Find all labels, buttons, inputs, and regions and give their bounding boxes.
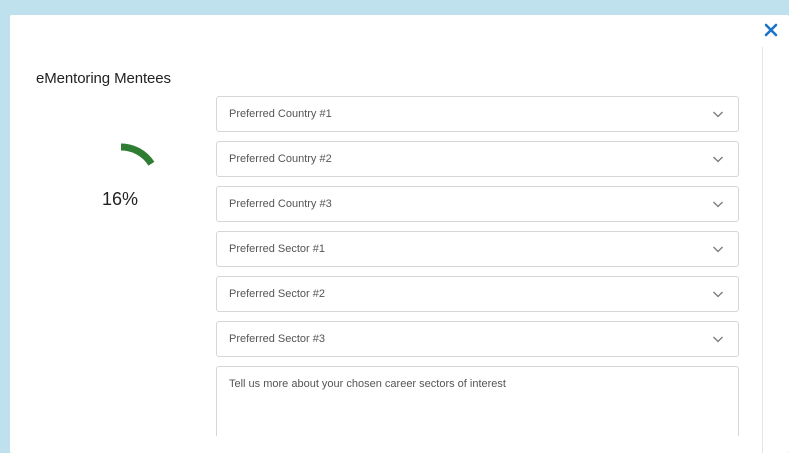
select-placeholder: Preferred Country #1 <box>229 108 332 120</box>
progress-arc <box>120 143 155 166</box>
chevron-down-icon <box>712 244 724 254</box>
preferences-form: Preferred Country #1 Preferred Country #… <box>216 96 739 436</box>
select-placeholder: Preferred Sector #2 <box>229 288 325 300</box>
textarea-placeholder: Tell us more about your chosen career se… <box>229 378 506 390</box>
page-title: eMentoring Mentees <box>36 70 171 87</box>
dialog-content: eMentoring Mentees 16% Preferred Country… <box>10 47 763 453</box>
preferred-sector-3-select[interactable]: Preferred Sector #3 <box>216 321 739 357</box>
preferred-country-2-select[interactable]: Preferred Country #2 <box>216 141 739 177</box>
chevron-down-icon <box>712 109 724 119</box>
select-placeholder: Preferred Sector #1 <box>229 243 325 255</box>
preferred-country-1-select[interactable]: Preferred Country #1 <box>216 96 739 132</box>
select-placeholder: Preferred Sector #3 <box>229 333 325 345</box>
chevron-down-icon <box>712 334 724 344</box>
mentee-dialog: eMentoring Mentees 16% Preferred Country… <box>10 15 789 453</box>
chevron-down-icon <box>712 289 724 299</box>
preferred-sector-2-select[interactable]: Preferred Sector #2 <box>216 276 739 312</box>
preferred-country-3-select[interactable]: Preferred Country #3 <box>216 186 739 222</box>
progress-value: 16% <box>101 189 139 209</box>
chevron-down-icon <box>712 199 724 209</box>
chevron-down-icon <box>712 154 724 164</box>
career-interests-textarea[interactable]: Tell us more about your chosen career se… <box>216 366 739 436</box>
select-placeholder: Preferred Country #2 <box>229 153 332 165</box>
preferred-sector-1-select[interactable]: Preferred Sector #1 <box>216 231 739 267</box>
progress-indicator: 16% <box>72 121 172 209</box>
select-placeholder: Preferred Country #3 <box>229 198 332 210</box>
close-button[interactable] <box>762 21 780 39</box>
close-icon <box>762 21 780 39</box>
